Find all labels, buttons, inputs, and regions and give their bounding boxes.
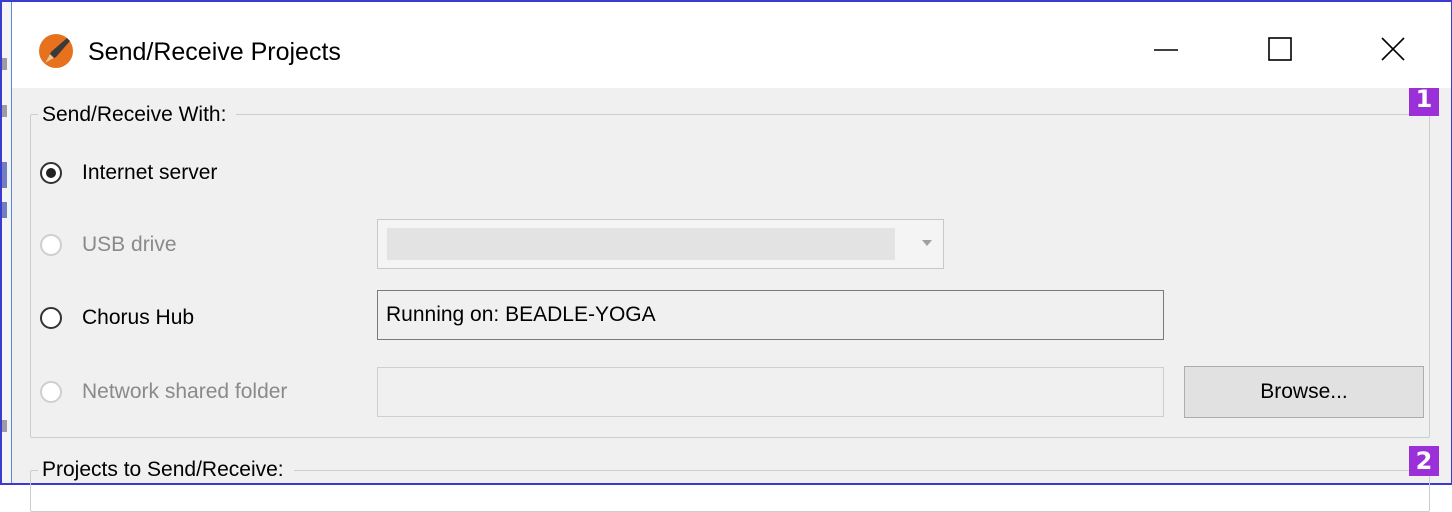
projects-to-send-receive-label: Projects to Send/Receive: <box>38 458 294 482</box>
chorus-hub-status-field: Running on: BEADLE-YOGA <box>377 290 1164 340</box>
app-pen-icon <box>37 32 75 70</box>
step-badge-2: 2 <box>1409 446 1439 476</box>
usb-drive-option[interactable]: USB drive <box>40 233 177 257</box>
chorus-hub-radio[interactable] <box>40 307 62 329</box>
maximize-icon <box>1268 37 1292 61</box>
network-folder-label: Network shared folder <box>82 380 288 403</box>
browse-button[interactable]: Browse... <box>1184 366 1424 418</box>
send-receive-with-label: Send/Receive With: <box>38 103 237 127</box>
usb-drive-radio[interactable] <box>40 234 62 256</box>
minimize-button[interactable] <box>1141 24 1191 74</box>
chevron-down-icon <box>922 240 932 246</box>
window-title: Send/Receive Projects <box>88 38 341 66</box>
step-badge-1: 1 <box>1409 87 1439 116</box>
network-folder-radio[interactable] <box>40 381 62 403</box>
close-icon <box>1381 37 1405 61</box>
background-fragment <box>2 162 7 188</box>
network-folder-path-field[interactable] <box>377 367 1164 417</box>
usb-drive-select[interactable] <box>377 219 944 269</box>
network-folder-option[interactable]: Network shared folder <box>40 380 287 404</box>
minimize-icon <box>1154 49 1178 51</box>
usb-drive-label: USB drive <box>82 233 177 256</box>
chorus-hub-option[interactable]: Chorus Hub <box>40 306 194 330</box>
background-fragment <box>2 202 7 218</box>
background-fragment <box>2 420 7 432</box>
internet-server-option[interactable]: Internet server <box>40 161 217 185</box>
maximize-button[interactable] <box>1255 24 1305 74</box>
usb-drive-select-value <box>387 228 895 260</box>
title-bar: Send/Receive Projects <box>12 2 1451 88</box>
send-receive-dialog: Send/Receive Projects Send/Receive With:… <box>11 2 1451 512</box>
background-fragment <box>2 58 7 70</box>
background-fragment <box>2 105 7 117</box>
internet-server-radio[interactable] <box>40 162 62 184</box>
chorus-hub-label: Chorus Hub <box>82 306 195 329</box>
close-button[interactable] <box>1368 24 1418 74</box>
internet-server-label: Internet server <box>82 161 218 184</box>
